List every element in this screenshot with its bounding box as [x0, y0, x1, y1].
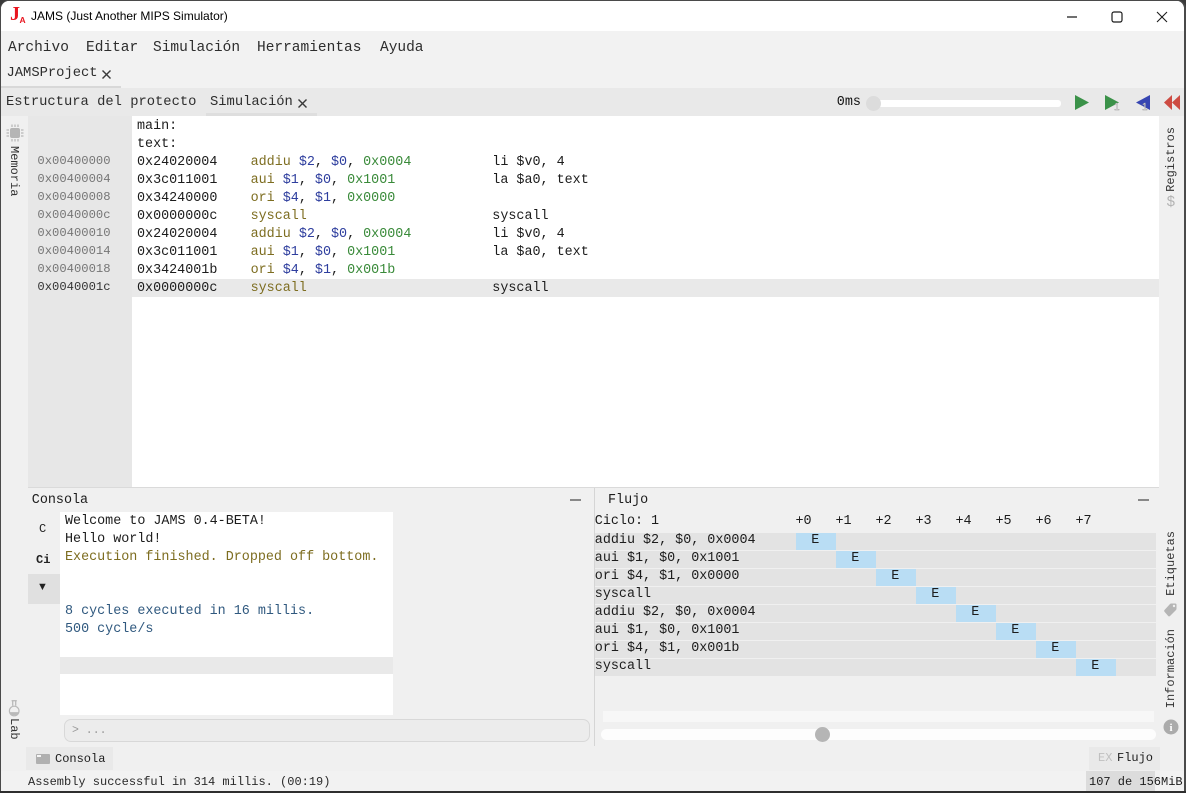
svg-text:i: i — [1169, 722, 1172, 734]
svg-text:1: 1 — [1142, 102, 1148, 111]
svg-text:1: 1 — [1114, 102, 1120, 111]
